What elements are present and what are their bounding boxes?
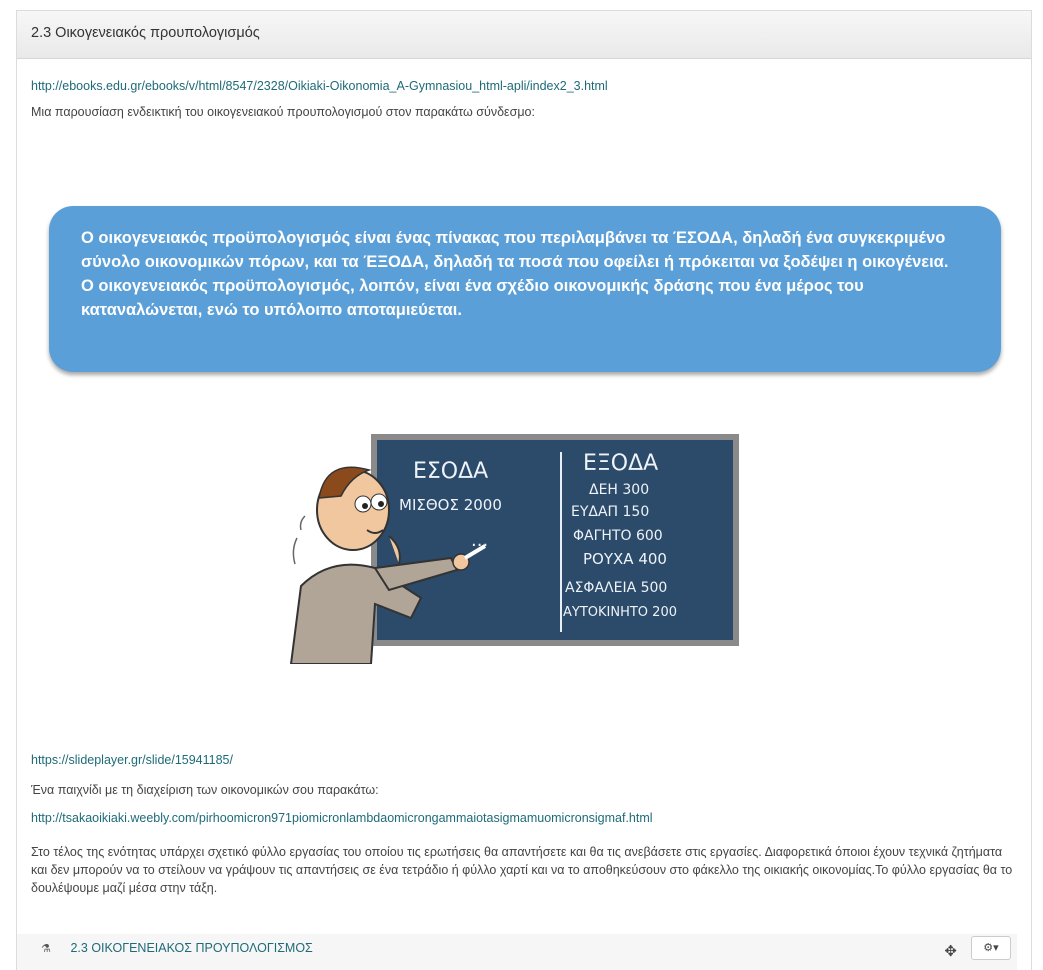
income-header: ΕΣΟΔΑ [413,459,488,484]
game-link[interactable]: http://tsakaoikiaki.weebly.com/pirhoomic… [31,811,653,825]
game-intro-text: Ένα παιχνίδι με τη διαχείριση των οικονο… [31,783,379,797]
section-title: 2.3 Οικογενειακός προυπολογισμός [17,11,1031,59]
blackboard-illustration: ΕΣΟΔΑ ΜΙΣΘΟΣ 2000 ... ΕΞΟΔΑ ΔΕΗ 300 ΕΥΔΑ… [271,418,755,664]
expense-row: ΔΕΗ 300 [589,482,649,498]
expense-header: ΕΞΟΔΑ [583,451,658,476]
activity-row[interactable]: ⚗ 2.3 ΟΙΚΟΓΕΝΕΙΑΚΟΣ ΠΡΟΥΠΟΛΟΓΙΣΜΟΣ ✥ ⚙▾ [17,934,1017,970]
definition-bubble: Ο οικογενειακός προϋπολογισμός είναι ένα… [49,206,1001,372]
section-panel: 2.3 Οικογενειακός προυπολογισμός http://… [16,10,1032,970]
move-icon[interactable]: ✥ [944,938,957,966]
expense-row: ΕΥΔΑΠ 150 [571,504,649,520]
definition-text-2: Ο οικογενειακός προϋπολογισμός, λοιπόν, … [81,277,864,319]
definition-text-1: Ο οικογενειακός προϋπολογισμός είναι ένα… [81,229,949,271]
edit-menu-button[interactable]: ⚙▾ [971,936,1011,960]
expense-row: ΑΣΦΑΛΕΙΑ 500 [565,580,667,596]
intro-text: Μια παρουσίαση ενδεικτική του οικογενεια… [31,105,535,119]
expense-row: ΦΑΓΗΤΟ 600 [573,528,663,544]
expense-row: ΑΥΤΟΚΙΝΗΤΟ 200 [563,605,677,620]
expense-row: ΡΟΥΧΑ 400 [583,550,667,568]
ebooks-link[interactable]: http://ebooks.edu.gr/ebooks/v/html/8547/… [31,79,608,93]
slideplayer-link[interactable]: https://slideplayer.gr/slide/15941185/ [31,753,233,767]
activity-link[interactable]: 2.3 ΟΙΚΟΓΕΝΕΙΑΚΟΣ ΠΡΟΥΠΟΛΟΓΙΣΜΟΣ [70,941,312,955]
worksheet-instructions: Στο τέλος της ενότητας υπάρχει σχετικό φ… [31,845,1013,895]
income-item: ΜΙΣΘΟΣ 2000 [399,496,502,514]
